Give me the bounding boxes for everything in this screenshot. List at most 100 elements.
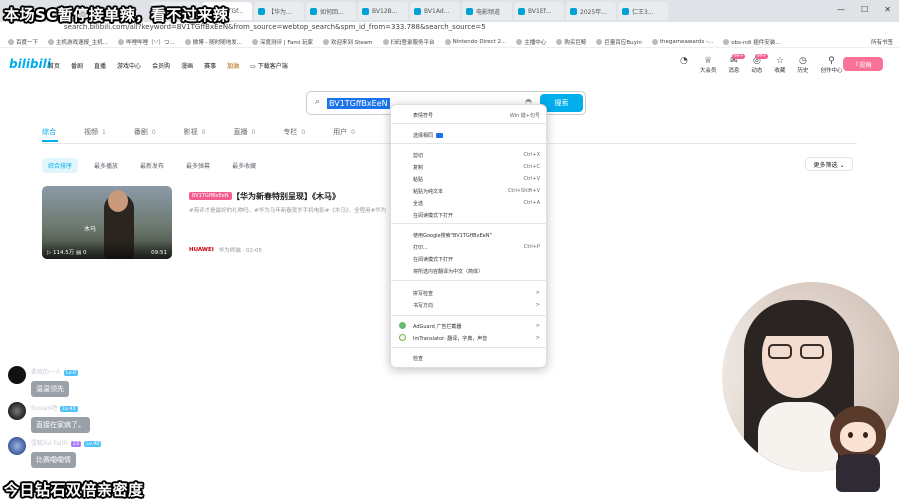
menu-item-reading-mode[interactable]: 在阅读模式下打开 (391, 210, 548, 220)
bookmark[interactable]: 购买巨鲸 (556, 38, 586, 46)
creator-entry[interactable]: ⚲ 创作中心 (820, 56, 842, 74)
vip-entry[interactable]: ♕ 大会员 (700, 56, 717, 74)
tab-favicon-icon (518, 7, 525, 15)
bookmark[interactable]: 微博 - 随时随地发... (184, 38, 242, 46)
video-uploader[interactable]: HUAWEI 华为终端 · 02-05 (189, 246, 262, 254)
browser-tab[interactable]: 电影频道 (462, 2, 512, 20)
bookmark[interactable]: 主机游戏速报_主机... (48, 38, 108, 46)
nav-item-live[interactable]: 直播 (94, 61, 106, 70)
nav-item-download[interactable]: ▭ 下载客户端 (250, 61, 288, 70)
browser-tab[interactable]: 如何回... (306, 2, 356, 20)
browser-tab[interactable]: 2025年... (566, 2, 616, 20)
user-avatar[interactable]: ◔ (680, 56, 688, 74)
nav-item-manga[interactable]: 漫画 (181, 61, 193, 70)
chat-avatar (8, 366, 26, 384)
bookmark[interactable]: Nintendo Direct 2... (444, 38, 506, 45)
browser-tab[interactable]: BV1Ef... (514, 2, 564, 20)
history-entry[interactable]: ◷ 历史 (797, 56, 808, 74)
bv-tag: BV1TGffBxEeN (189, 192, 232, 200)
search-input[interactable]: BV1TGffBxEeN (327, 98, 390, 109)
nav-item-esports[interactable]: 赛事 (204, 61, 216, 70)
menu-item-paste[interactable]: 粘贴 Ctrl+V (391, 174, 548, 184)
upload-button[interactable]: ⇧ 投稿 (843, 57, 883, 71)
nav-item-shop[interactable]: 会员购 (152, 61, 170, 70)
video-title[interactable]: 【华为新春特别呈现】《木马》 (232, 191, 340, 202)
nav-item-game-center[interactable]: 游戏中心 (117, 61, 141, 70)
chat-level-badge: Lv.0 (64, 370, 79, 376)
menu-item-emoji[interactable]: 表情符号 Win 键+句号 (391, 110, 548, 120)
all-bookmarks[interactable]: 所有书签 (871, 38, 893, 46)
menu-item-cut[interactable]: 剪切 Ctrl+X (391, 150, 548, 160)
menu-item-select-same[interactable]: 选择相同 (391, 130, 548, 140)
bookmark[interactable]: 欢迎来到 Steam (323, 38, 373, 46)
tab-live[interactable]: 直播 0 (233, 127, 255, 137)
browser-tab[interactable]: BV12B... (358, 2, 408, 20)
menu-item-google-search[interactable]: 使用Google搜索"BV1TGffBxEeN" (391, 230, 548, 240)
bookmark-icon (8, 38, 14, 45)
bilibili-logo[interactable]: bilibili (9, 57, 51, 71)
header-right-icons: ◔ ♕ 大会员 ✉ 99+ 消息 ◎ 99+ 动态 ☆ 收藏 ◷ 历史 ⚲ 创作中心 (680, 54, 842, 74)
menu-item-reading-mode-2[interactable]: 在阅读模式下打开 (391, 254, 548, 264)
vip-icon: ♕ (704, 56, 713, 66)
tab-movie[interactable]: 影视 0 (184, 127, 206, 137)
browser-tab[interactable]: 仁王3... (618, 2, 668, 20)
sort-most-played[interactable]: 最多播放 (88, 158, 124, 173)
browser-tab[interactable]: 【华为... (254, 2, 304, 20)
tab-favicon-icon (414, 7, 421, 15)
tab-user[interactable]: 用户 0 (333, 127, 355, 137)
search-icon: ⌕ (315, 97, 321, 107)
bookmark-icon (48, 38, 55, 45)
context-menu: 表情符号 Win 键+句号 选择相同 剪切 Ctrl+X 复制 Ctrl+C 粘贴 Ct… (390, 104, 548, 368)
bookmark-icon (184, 38, 191, 45)
sort-newest[interactable]: 最新发布 (134, 158, 170, 173)
sort-default[interactable]: 综合排序 (42, 158, 79, 173)
sort-most-favorited[interactable]: 最多收藏 (226, 158, 262, 173)
more-filter-button[interactable]: 更多筛选 ⌄ (805, 157, 853, 171)
bookmark[interactable]: 主播中心 (516, 38, 546, 46)
chat-message: 直接在家病了。 (31, 417, 90, 433)
menu-item-copy[interactable]: 复制 Ctrl+C (391, 162, 548, 172)
download-icon: ▭ (250, 63, 258, 70)
menu-item-translate[interactable]: 将所选内容翻译为中文（简体） (391, 266, 548, 276)
message-entry[interactable]: ✉ 99+ 消息 (728, 54, 746, 74)
select-same-icon (436, 133, 444, 138)
bookmark[interactable]: 深度测评 | Fami 玩家 (252, 38, 313, 46)
chat-username: Sixuan吧 Lv.43 (31, 405, 78, 412)
browser-tab[interactable]: BV1Ad... (410, 2, 460, 20)
tab-article[interactable]: 专栏 0 (283, 127, 305, 137)
tab-bangumi[interactable]: 番剧 0 (134, 127, 156, 137)
bookmark-icon (252, 38, 259, 45)
nav-item-promo[interactable]: 加油 (227, 61, 239, 70)
bilibili-header: bilibili 首页 番剧 直播 游戏中心 会员购 漫画 赛事 加油 ▭ 下载… (0, 52, 899, 76)
nav-item-home[interactable]: 首页 (48, 61, 60, 70)
menu-item-imtranslator[interactable]: ImTranslator: 翻译，字典，声音 > (391, 333, 548, 343)
bookmark[interactable]: 扫码登录服务平台 (382, 38, 435, 46)
bookmark-icon (596, 38, 603, 45)
favorite-entry[interactable]: ☆ 收藏 (774, 56, 785, 74)
bookmark[interactable]: thegameawards -... (651, 38, 713, 45)
menu-item-inspect[interactable]: 检查 (391, 353, 548, 363)
sort-most-danmaku[interactable]: 最多弹幕 (180, 158, 216, 173)
tab-all[interactable]: 综合 (42, 127, 56, 137)
dynamic-entry[interactable]: ◎ 99+ 动态 (751, 54, 769, 74)
chat-avatar (8, 437, 26, 455)
bookmark[interactable]: 哔哩哔哩（'-'）つ... (118, 38, 175, 46)
nav-item-anime[interactable]: 番剧 (71, 61, 83, 70)
menu-item-paste-plain[interactable]: 粘贴为纯文本 Ctrl+Shift+V (391, 186, 548, 196)
close-icon[interactable]: ✕ (884, 5, 891, 14)
video-description: #简评才是最好的礼物吗，#华为马年新春贺岁手机电影#《木马》，全程用#华为 (189, 208, 387, 214)
maximize-icon[interactable]: ☐ (861, 5, 868, 14)
menu-item-adguard[interactable]: AdGuard 广告拦截器 > (391, 321, 548, 331)
tab-video[interactable]: 视频 1 (84, 127, 106, 137)
bookmark[interactable]: obs-ndi 插件安装... (723, 38, 780, 46)
bookmark[interactable]: 巨量百应Buyin (596, 38, 642, 46)
minimize-icon[interactable]: — (837, 5, 845, 14)
menu-item-spellcheck[interactable]: 拼写检查 > (391, 288, 548, 298)
menu-item-select-all[interactable]: 全选 Ctrl+A (391, 198, 548, 208)
chat-message: 比赛嘞嘞情 (31, 452, 76, 468)
video-thumbnail[interactable]: 木马 ▷ 114.5万 ▤ 0 09:51 (42, 186, 172, 259)
bookmark[interactable]: 百度一下 (8, 38, 38, 46)
menu-item-writing-direction[interactable]: 书写方向 > (391, 300, 548, 310)
menu-item-print[interactable]: 打印... Ctrl+P (391, 242, 548, 252)
tab-favicon-icon (258, 7, 265, 15)
